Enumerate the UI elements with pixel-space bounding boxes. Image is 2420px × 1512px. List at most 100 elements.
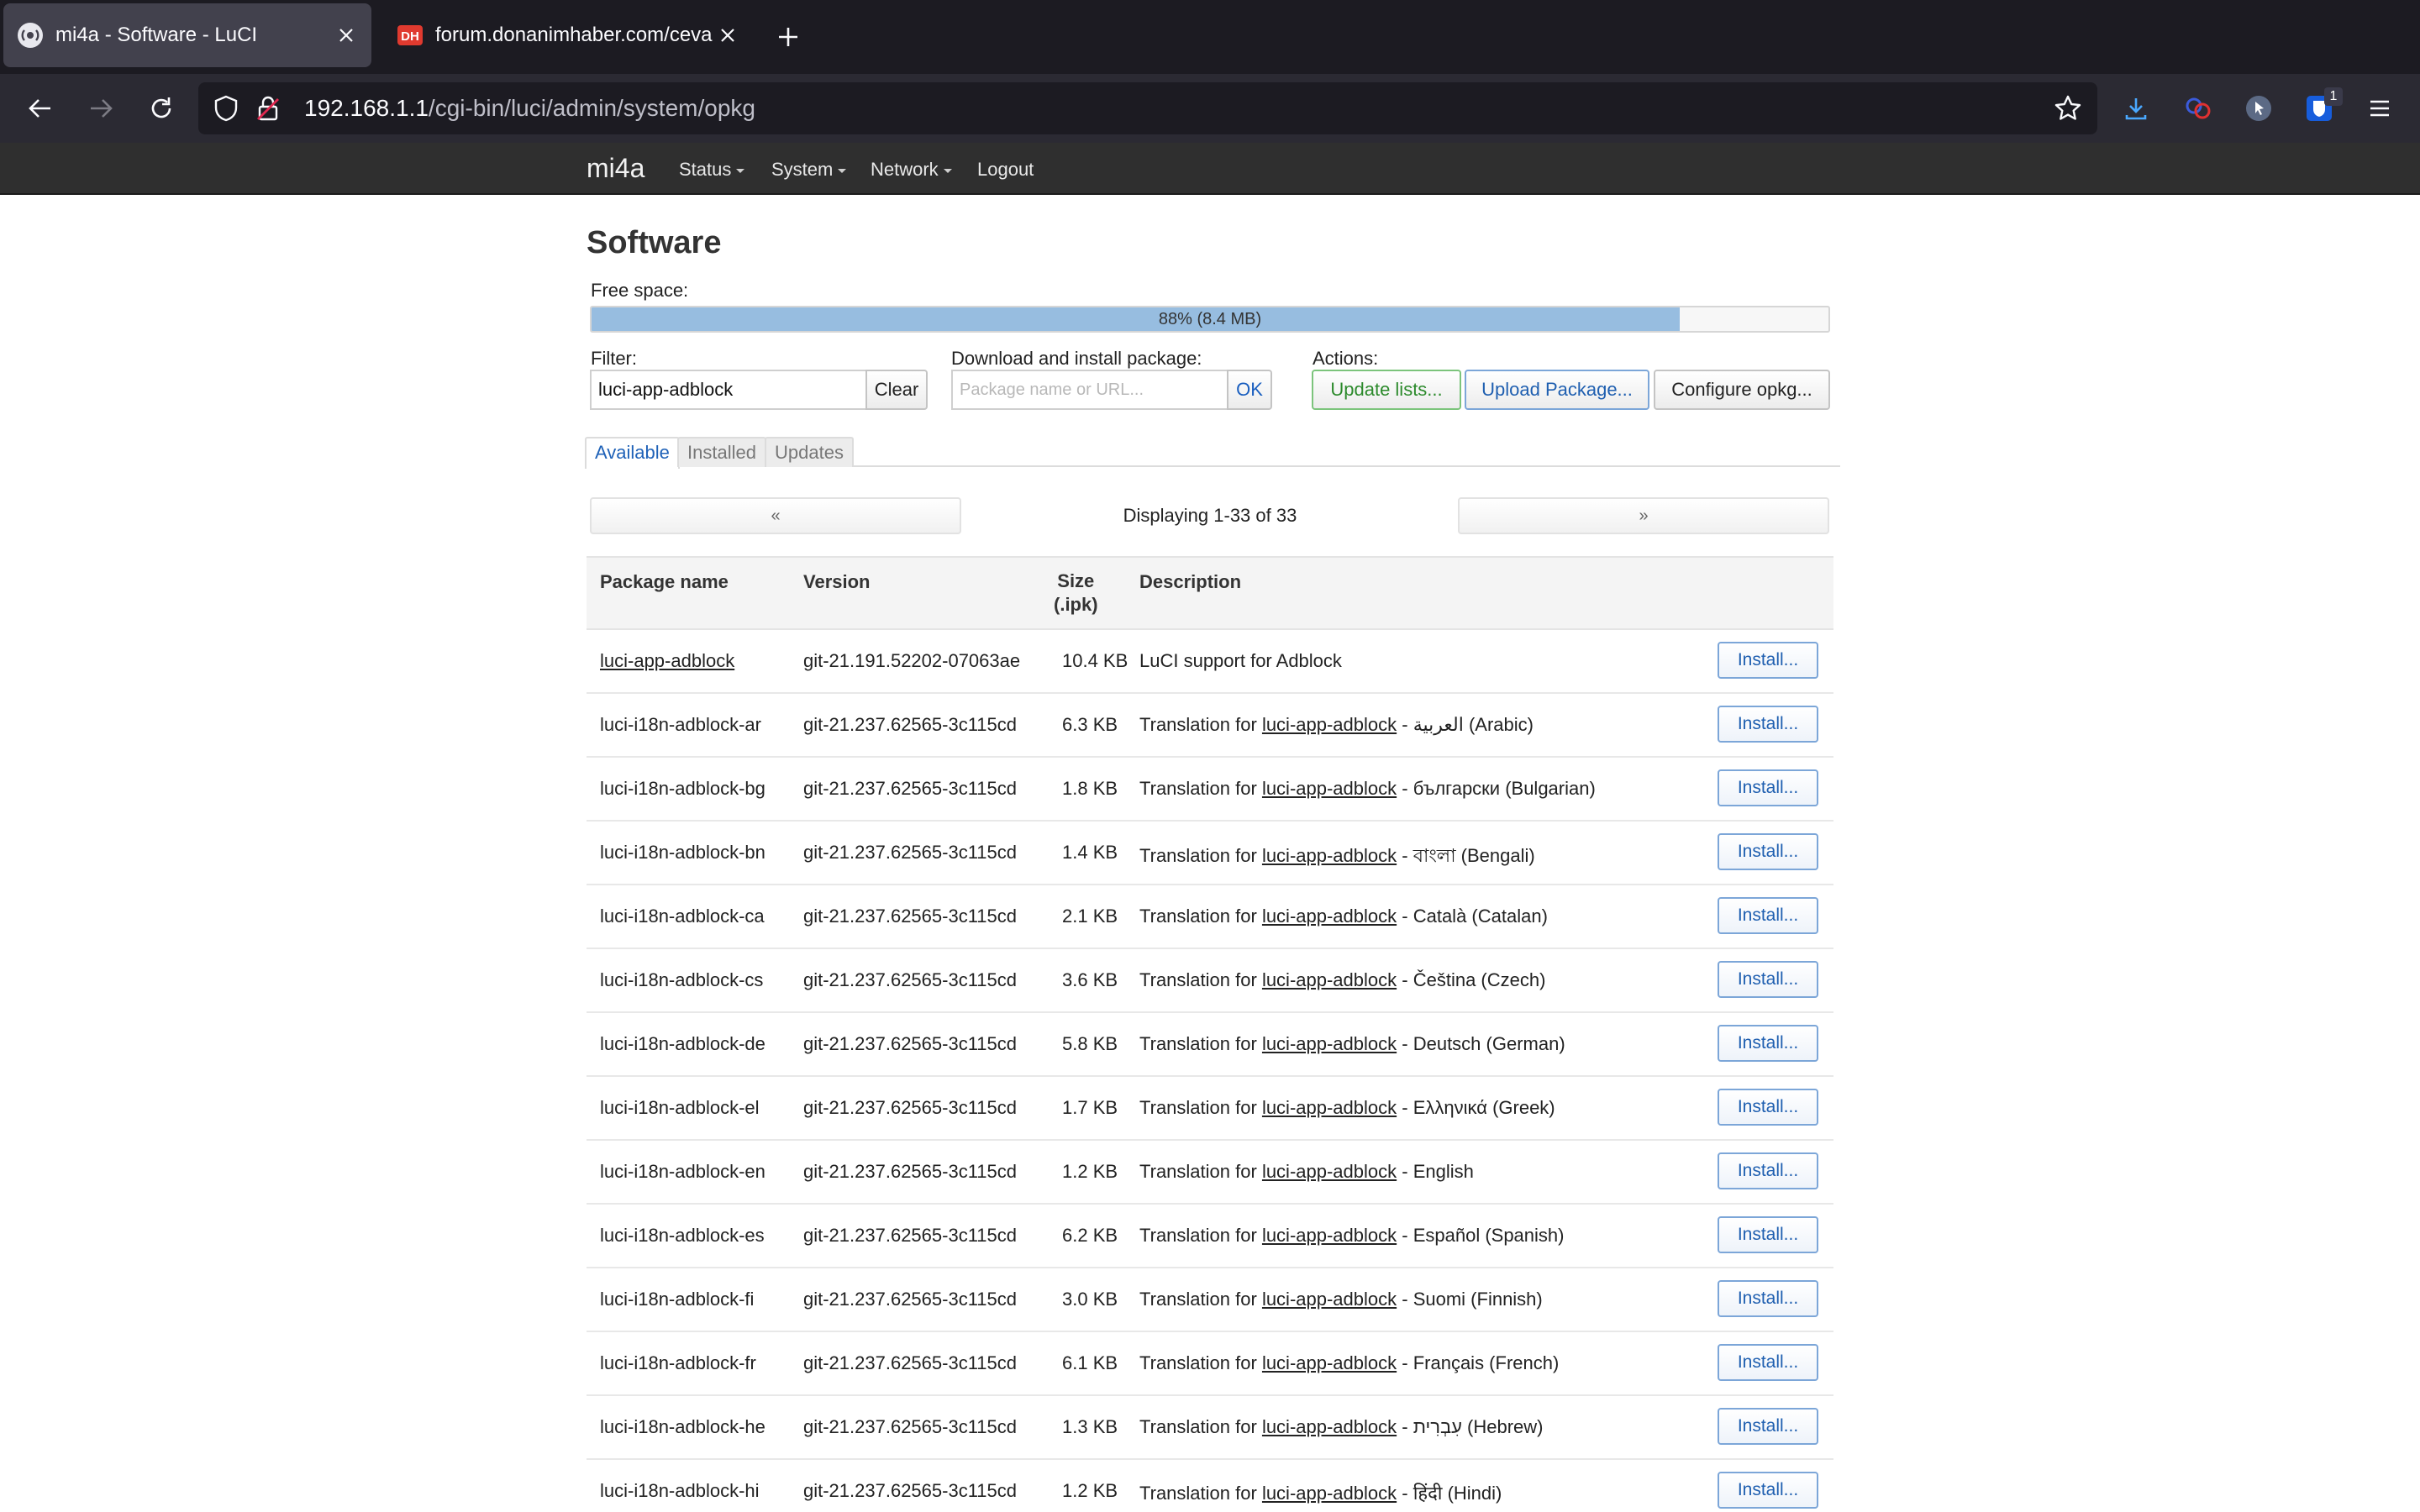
description-package-link[interactable]: luci-app-adblock [1262,1161,1397,1182]
bookmark-star-icon[interactable] [2054,94,2082,127]
page-title: Software [587,225,722,260]
extension-badge: 1 [2324,87,2343,106]
description-language: - العربية (Arabic) [1402,714,1534,735]
description-package-link[interactable]: luci-app-adblock [1262,969,1397,990]
package-description: Translation for luci-app-adblock - עִבְר… [1139,1416,1544,1438]
description-package-link[interactable]: luci-app-adblock [1262,1352,1397,1373]
description-package-link[interactable]: luci-app-adblock [1262,1097,1397,1118]
description-language: - עִבְרִית (Hebrew) [1402,1416,1544,1437]
install-button[interactable]: Install... [1718,769,1818,806]
package-size: 1.2 KB [1062,1161,1118,1182]
url-host: 192.168.1.1 [304,95,429,121]
close-tab-icon[interactable] [713,20,743,50]
package-name[interactable]: luci-app-adblock [600,650,734,672]
package-size: 1.4 KB [1062,842,1118,863]
close-tab-icon[interactable] [331,20,361,50]
browser-tab-luci[interactable]: mi4a - Software - LuCI [3,3,371,67]
package-version: git-21.237.62565-3c115cd [803,1416,1018,1437]
table-row: luci-i18n-adblock-fi git-21.237.62565-3c1… [587,1268,1833,1332]
table-row: luci-i18n-adblock-el git-21.237.62565-3c1… [587,1077,1833,1141]
package-description: Translation for luci-app-adblock - Suomi… [1139,1289,1543,1310]
clear-button[interactable]: Clear [865,370,928,410]
install-button[interactable]: Install... [1718,706,1818,743]
description-language: - Català (Catalan) [1402,906,1548,927]
description-prefix: Translation for [1139,1416,1257,1437]
install-button[interactable]: Install... [1718,1152,1818,1189]
description-package-link[interactable]: luci-app-adblock [1262,1225,1397,1246]
packages-table: Package name Version Size (.ipk) Descript… [587,556,1833,1512]
description-package-link[interactable]: luci-app-adblock [1262,714,1397,735]
tracking-shield-icon[interactable] [213,95,239,126]
description-language: - Suomi (Finnish) [1402,1289,1543,1310]
package-description: Translation for luci-app-adblock - العرب… [1139,714,1534,736]
downloads-icon[interactable] [2118,90,2154,127]
package-name: luci-i18n-adblock-cs [600,969,764,990]
menu-status[interactable]: Status [679,159,745,181]
package-description: Translation for luci-app-adblock - Catal… [1139,906,1548,927]
description-package-link[interactable]: luci-app-adblock [1262,906,1397,927]
description-package-link[interactable]: luci-app-adblock [1262,1483,1397,1504]
install-button[interactable]: Install... [1718,1472,1818,1509]
pager-prev-button[interactable]: « [590,497,961,534]
pager-next-button[interactable]: » [1458,497,1829,534]
configure-opkg-button[interactable]: Configure opkg... [1654,370,1830,410]
install-button[interactable]: Install... [1718,1216,1818,1253]
description-package-link[interactable]: luci-app-adblock [1262,1033,1397,1054]
package-name: luci-i18n-adblock-es [600,1225,765,1246]
upload-package-button[interactable]: Upload Package... [1465,370,1649,410]
svg-text:DH: DH [401,29,419,44]
caret-down-icon [736,168,745,173]
extension-link-icon[interactable] [2180,90,2217,127]
brand-logo[interactable]: mi4a [587,153,644,184]
back-arrow-icon[interactable] [22,90,59,127]
update-lists-button[interactable]: Update lists... [1312,370,1461,410]
url-text[interactable]: 192.168.1.1/cgi-bin/luci/admin/system/op… [304,95,755,122]
tab-available[interactable]: Available [585,437,680,469]
description-prefix: Translation for [1139,969,1257,990]
package-url-input[interactable]: Package name or URL... [951,370,1228,410]
description-package-link[interactable]: luci-app-adblock [1262,1289,1397,1310]
download-label: Download and install package: [951,348,1202,369]
install-button[interactable]: Install... [1718,961,1818,998]
tab-updates[interactable]: Updates [765,437,854,467]
insecure-lock-icon[interactable] [255,95,281,126]
menu-system-label: System [771,159,834,180]
install-button[interactable]: Install... [1718,1408,1818,1445]
install-button[interactable]: Install... [1718,1344,1818,1381]
description-package-link[interactable]: luci-app-adblock [1262,1416,1397,1437]
header-version: Version [803,571,871,592]
caret-down-icon [943,168,952,173]
reload-icon[interactable] [143,90,180,127]
install-button[interactable]: Install... [1718,1280,1818,1317]
install-button[interactable]: Install... [1718,1025,1818,1062]
package-description: Translation for luci-app-adblock - Engli… [1139,1161,1474,1183]
ok-button[interactable]: OK [1227,370,1272,410]
address-bar[interactable]: 192.168.1.1/cgi-bin/luci/admin/system/op… [198,82,2097,134]
package-name: luci-i18n-adblock-en [600,1161,765,1182]
package-description: Translation for luci-app-adblock - Españ… [1139,1225,1564,1247]
url-path: /cgi-bin/luci/admin/system/opkg [428,95,755,121]
description-language: - Español (Spanish) [1402,1225,1565,1246]
tab-installed[interactable]: Installed [677,437,766,467]
free-space-text: 88% (8.4 MB) [1158,310,1262,328]
forward-arrow-icon[interactable] [82,90,119,127]
description-package-link[interactable]: luci-app-adblock [1262,845,1397,866]
free-space-progress: 88% (8.4 MB) [590,306,1830,333]
install-button[interactable]: Install... [1718,833,1818,870]
description-prefix: Translation for [1139,1033,1257,1054]
install-button[interactable]: Install... [1718,897,1818,934]
app-menu-icon[interactable] [2361,90,2398,127]
package-size: 6.2 KB [1062,1225,1118,1246]
filter-input[interactable]: luci-app-adblock [590,370,867,410]
description-prefix: Translation for [1139,714,1257,735]
description-package-link[interactable]: luci-app-adblock [1262,778,1397,799]
extension-cursor-icon[interactable] [2240,90,2277,127]
install-button[interactable]: Install... [1718,642,1818,679]
menu-network[interactable]: Network [871,159,952,181]
new-tab-icon[interactable] [771,20,805,54]
menu-system[interactable]: System [771,159,847,181]
install-button[interactable]: Install... [1718,1089,1818,1126]
package-description: Translation for luci-app-adblock - Deuts… [1139,1033,1565,1055]
browser-tab-forum[interactable]: DH forum.donanimhaber.com/cevap [383,3,753,67]
menu-logout[interactable]: Logout [977,159,1034,181]
